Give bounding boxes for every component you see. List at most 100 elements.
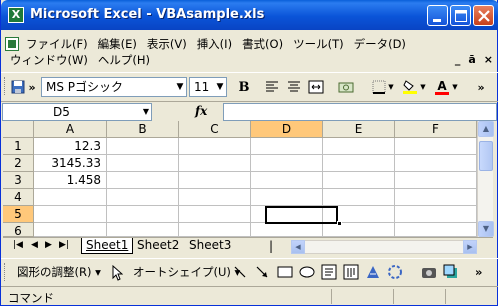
wordart-icon[interactable] <box>365 264 381 281</box>
currency-icon[interactable] <box>337 78 355 96</box>
cell-b5[interactable] <box>107 206 179 223</box>
shadow-icon[interactable] <box>443 264 459 281</box>
cell-e3[interactable] <box>323 172 395 189</box>
cell-f4[interactable] <box>395 189 477 206</box>
rectangle-icon[interactable] <box>277 264 293 281</box>
formula-input[interactable] <box>223 103 497 121</box>
menu-format[interactable]: 書式(O) <box>237 36 288 52</box>
menu-edit[interactable]: 編集(E) <box>93 36 142 52</box>
toolbar-handle[interactable] <box>4 77 7 95</box>
cell-e4[interactable] <box>323 189 395 206</box>
toolbar-handle[interactable] <box>4 263 7 281</box>
row-header-2[interactable]: 2 <box>3 155 34 172</box>
merge-center-icon[interactable] <box>307 78 325 96</box>
column-header-a[interactable]: A <box>34 121 107 138</box>
cell-f1[interactable] <box>395 138 477 155</box>
vertical-scroll-thumb[interactable] <box>479 141 493 171</box>
menu-window[interactable]: ウィンドウ(W) <box>5 52 93 68</box>
cell-d4[interactable] <box>251 189 323 206</box>
cell-a4[interactable] <box>34 189 107 206</box>
first-sheet-icon[interactable]: |◀ <box>13 240 23 250</box>
cell-d1[interactable] <box>251 138 323 155</box>
prev-sheet-icon[interactable]: ◀ <box>31 240 38 250</box>
cell-c4[interactable] <box>179 189 251 206</box>
column-header-c[interactable]: C <box>179 121 251 138</box>
cell-a5[interactable] <box>34 206 107 223</box>
oval-icon[interactable] <box>299 264 315 281</box>
cell-a1[interactable]: 12.3 <box>34 138 107 155</box>
name-box[interactable]: D5 ▼ <box>2 103 152 121</box>
scroll-down-icon[interactable]: ▼ <box>478 221 494 237</box>
select-all-corner[interactable] <box>3 121 34 138</box>
scroll-up-icon[interactable]: ▲ <box>478 121 494 137</box>
tab-split-bar[interactable]: | <box>269 239 273 253</box>
cell-f5[interactable] <box>395 206 477 223</box>
textbox-icon[interactable] <box>321 264 337 281</box>
worksheet-grid[interactable]: A B C D E F 1 2 3 4 5 6 12.3 3145.33 1.4… <box>3 121 493 237</box>
excel-app-icon[interactable]: X <box>8 7 24 23</box>
menu-help[interactable]: ヘルプ(H) <box>93 52 155 68</box>
maximize-button[interactable] <box>450 5 471 26</box>
cell-c6[interactable] <box>179 223 251 237</box>
workbook-restore-button[interactable]: ā <box>468 53 475 66</box>
workbook-minimize-button[interactable]: _ <box>455 53 461 66</box>
column-header-d[interactable]: D <box>251 121 323 138</box>
vertical-scrollbar[interactable]: ▲ ▼ <box>477 121 494 237</box>
title-bar[interactable]: X Microsoft Excel - VBAsample.xls <box>1 0 498 30</box>
horizontal-scrollbar[interactable]: ◀ ▶ <box>291 240 477 254</box>
font-size-select[interactable]: 11 ▼ <box>189 77 227 97</box>
close-button[interactable] <box>473 5 494 26</box>
cell-b1[interactable] <box>107 138 179 155</box>
cell-c3[interactable] <box>179 172 251 189</box>
tab-sheet2[interactable]: Sheet2 <box>133 238 183 254</box>
cell-e6[interactable] <box>323 223 395 237</box>
scroll-left-icon[interactable]: ◀ <box>291 240 305 254</box>
cell-c1[interactable] <box>179 138 251 155</box>
diagram-icon[interactable] <box>387 264 403 281</box>
autoshape-menu-button[interactable]: オートシェイプ(U) ▾ <box>133 264 240 281</box>
cell-f6[interactable] <box>395 223 477 237</box>
cell-d6[interactable] <box>251 223 323 237</box>
next-sheet-icon[interactable]: ▶ <box>45 240 52 250</box>
menu-file[interactable]: ファイル(F) <box>21 36 93 52</box>
fill-handle[interactable] <box>337 221 342 226</box>
minimize-button[interactable] <box>427 5 448 26</box>
column-header-b[interactable]: B <box>107 121 179 138</box>
menu-tools[interactable]: ツール(T) <box>288 36 349 52</box>
pointer-icon[interactable] <box>111 264 124 281</box>
font-color-icon[interactable]: A <box>433 78 451 96</box>
insert-function-button[interactable]: fx <box>195 104 207 118</box>
bold-button[interactable]: B <box>235 78 253 96</box>
menu-data[interactable]: データ(D) <box>349 36 411 52</box>
cell-c2[interactable] <box>179 155 251 172</box>
cell-a2[interactable]: 3145.33 <box>34 155 107 172</box>
menu-view[interactable]: 表示(V) <box>142 36 192 52</box>
toolbar-overflow-end-icon[interactable]: » <box>475 78 487 96</box>
last-sheet-icon[interactable]: ▶| <box>59 240 69 250</box>
fill-color-icon[interactable] <box>401 78 419 96</box>
align-center-icon[interactable] <box>285 78 303 96</box>
cell-f2[interactable] <box>395 155 477 172</box>
cell-e2[interactable] <box>323 155 395 172</box>
chevron-down-icon[interactable]: ▼ <box>174 78 186 96</box>
row-header-6[interactable]: 6 <box>3 223 34 237</box>
save-icon[interactable] <box>10 78 26 96</box>
line-icon[interactable] <box>233 264 247 281</box>
chevron-down-icon[interactable]: ▼ <box>143 104 149 120</box>
tab-sheet3[interactable]: Sheet3 <box>185 238 235 254</box>
cell-e1[interactable] <box>323 138 395 155</box>
scroll-right-icon[interactable]: ▶ <box>463 240 477 254</box>
cell-d2[interactable] <box>251 155 323 172</box>
cell-f3[interactable] <box>395 172 477 189</box>
font-name-select[interactable]: MS Pゴシック ▼ <box>41 77 187 97</box>
cell-c5[interactable] <box>179 206 251 223</box>
menu-insert[interactable]: 挿入(I) <box>192 36 237 52</box>
column-header-e[interactable]: E <box>323 121 395 138</box>
cell-a3[interactable]: 1.458 <box>34 172 107 189</box>
tab-sheet1[interactable]: Sheet1 <box>81 238 134 254</box>
chevron-down-icon[interactable]: ▼ <box>214 78 226 96</box>
arrow-icon[interactable] <box>255 264 269 281</box>
clipart-icon[interactable] <box>421 264 437 281</box>
active-cell-d5[interactable] <box>265 206 338 224</box>
fill-color-dropdown-icon[interactable]: ▼ <box>419 78 427 96</box>
